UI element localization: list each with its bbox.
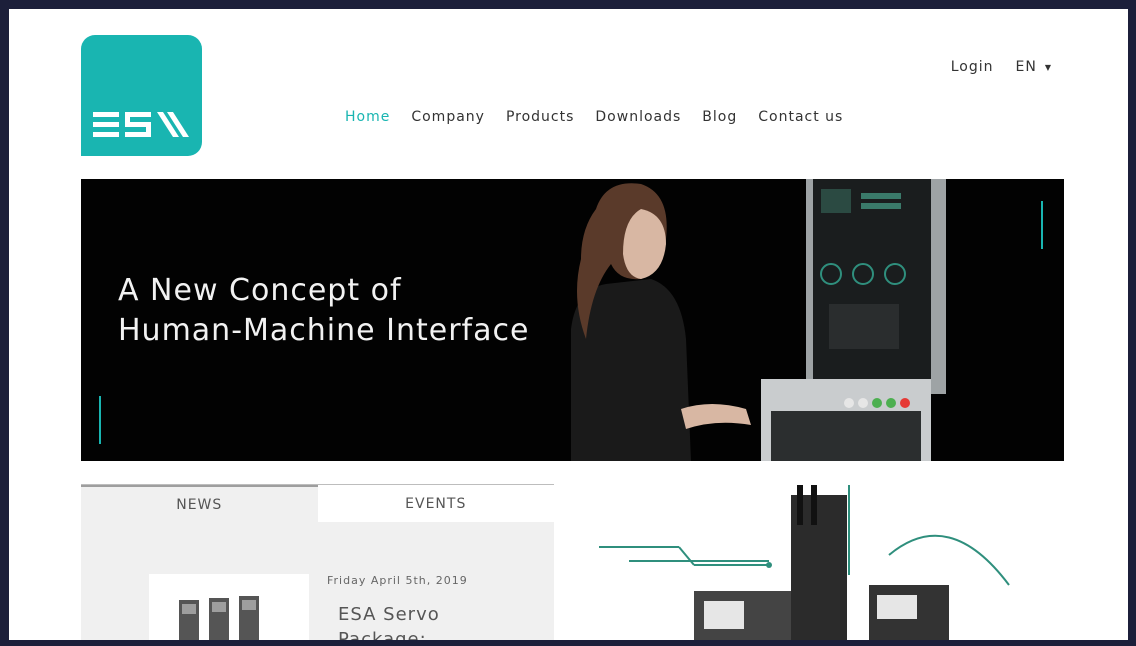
nav-item-home[interactable]: Home [345,109,390,125]
news-title[interactable]: ESA Servo Package: [338,602,528,640]
nav-item-products[interactable]: Products [506,109,574,125]
language-selector[interactable]: EN ▼ [1016,59,1052,75]
browser-page: Login EN ▼ Home Company Products Downloa… [9,9,1128,640]
esa-logo-mark [93,112,189,137]
hero-banner[interactable]: A New Concept of Human-Machine Interface [81,179,1064,461]
nav-item-company[interactable]: Company [411,109,485,125]
tab-events[interactable]: EVENTS [317,485,554,523]
nav-item-blog[interactable]: Blog [702,109,737,125]
hero-headline: A New Concept of Human-Machine Interface [118,271,588,351]
language-label: EN [1015,59,1037,75]
hero-headline-line1: A New Concept of [118,273,402,308]
main-nav: Home Company Products Downloads Blog Con… [345,109,843,125]
hero-headline-line2: Human-Machine Interface [118,313,530,348]
hero-image-woman-at-hmi-panel [571,179,946,461]
esa-logo[interactable] [81,35,202,156]
caret-down-icon: ▼ [1044,62,1052,72]
login-link[interactable]: Login [951,59,994,75]
news-events-tabs: NEWS EVENTS [81,484,554,523]
news-thumbnail[interactable] [149,574,309,640]
nav-item-contact-us[interactable]: Contact us [758,109,843,125]
nav-item-downloads[interactable]: Downloads [595,109,681,125]
top-utility-bar: Login EN ▼ [951,59,1052,75]
news-panel: Friday April 5th, 2019 ESA Servo Package… [81,522,554,640]
news-date: Friday April 5th, 2019 [327,574,468,587]
iot-devices-illustration [599,485,1010,640]
accent-line-left [99,396,101,444]
tab-news[interactable]: NEWS [81,485,318,523]
servo-drives-image [179,596,259,640]
accent-line-right [1041,201,1043,249]
